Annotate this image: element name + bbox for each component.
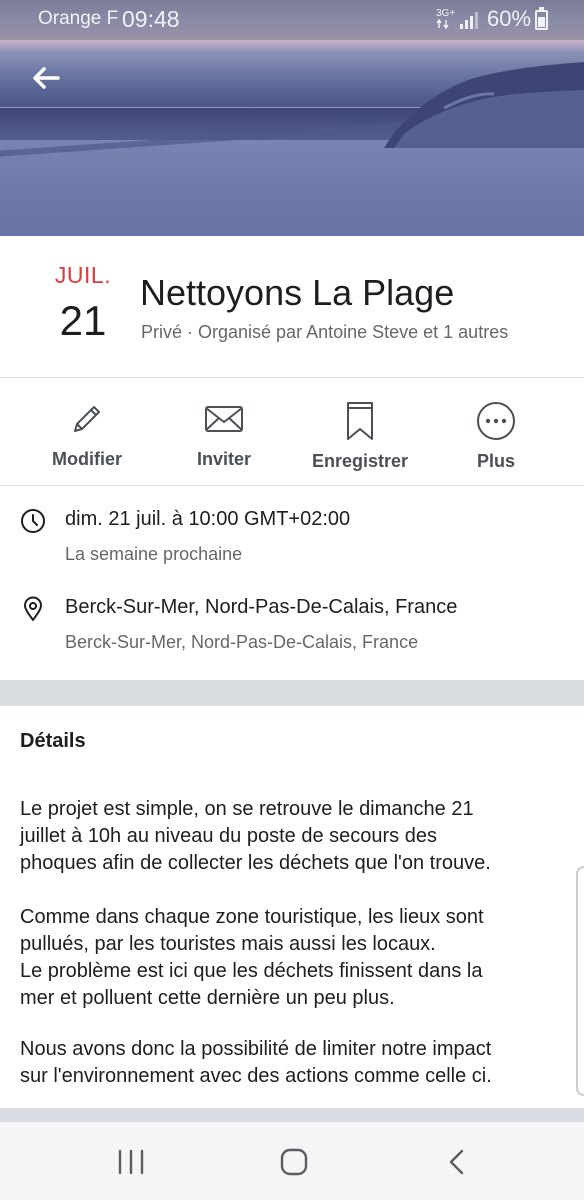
edge-scroll-handle[interactable] [576,866,584,1096]
event-actions-bar: Modifier Inviter Enregistrer Plus [0,379,584,486]
clock: 09:48 [122,6,180,32]
details-heading: Détails [20,730,86,752]
event-details: Détails Le projet est simple, on se retr… [0,706,584,1108]
event-datetime: dim. 21 juil. à 10:00 GMT+02:00 [65,508,351,530]
invite-button-label: Inviter [196,449,252,469]
section-divider-bottom [0,1108,584,1122]
event-privacy-organizer[interactable]: Privé · Organisé par Antoine Steve et 1 … [141,322,508,343]
chevron-left-icon [449,1149,464,1175]
system-back-button[interactable] [438,1146,478,1178]
signal-strength-icon [460,12,478,29]
home-icon [280,1148,308,1176]
cover-sand [0,140,584,236]
bookmark-icon [347,402,373,440]
pencil-icon [74,406,100,432]
back-button[interactable] [28,62,64,94]
battery-icon [535,7,548,30]
system-navigation-bar [0,1122,584,1200]
arrow-left-icon [33,67,60,89]
invite-button[interactable]: Inviter [164,401,284,470]
event-relative-time: La semaine prochaine [65,544,243,564]
envelope-icon [205,406,243,432]
clock-icon [21,509,45,533]
more-button-label: Plus [476,451,515,471]
details-paragraph: Nous avons donc la possibilité de limite… [20,1038,492,1087]
more-icon [477,402,515,440]
details-paragraph: Comme dans chaque zone touristique, les … [20,906,484,1009]
network-type-icon: 3G+ [436,9,456,31]
edit-button-label: Modifier [52,449,122,469]
save-button[interactable]: Enregistrer [300,401,420,472]
location-pin-icon [24,596,42,621]
more-button[interactable]: Plus [436,401,556,472]
event-info: dim. 21 juil. à 10:00 GMT+02:00 La semai… [0,486,584,680]
event-date-block: JUIL. 21 [50,262,116,345]
data-arrows-icon [436,18,449,30]
save-button-label: Enregistrer [311,451,409,471]
event-location: Berck-Sur-Mer, Nord-Pas-De-Calais, Franc… [65,596,458,618]
battery-percentage: 60% [487,6,532,31]
event-month: JUIL. [54,262,112,288]
event-location-detail: Berck-Sur-Mer, Nord-Pas-De-Calais, Franc… [65,632,419,652]
section-divider [0,680,584,706]
carrier-name: Orange F [38,8,119,29]
recent-apps-button[interactable] [111,1146,151,1178]
recent-apps-icon [118,1149,144,1175]
event-title: Nettoyons La Plage [140,272,455,313]
details-paragraph: Le projet est simple, on se retrouve le … [20,798,491,874]
event-cover-photo: Orange F 09:48 3G+ 60% [0,0,584,236]
event-day: 21 [59,297,107,344]
edit-button[interactable]: Modifier [27,401,147,470]
event-header: JUIL. 21 Nettoyons La Plage Privé · Orga… [0,236,584,378]
network-type-label: 3G+ [436,8,456,19]
status-bar: Orange F 09:48 3G+ 60% [0,0,584,40]
home-button[interactable] [274,1146,314,1178]
cover-dune [384,62,584,148]
